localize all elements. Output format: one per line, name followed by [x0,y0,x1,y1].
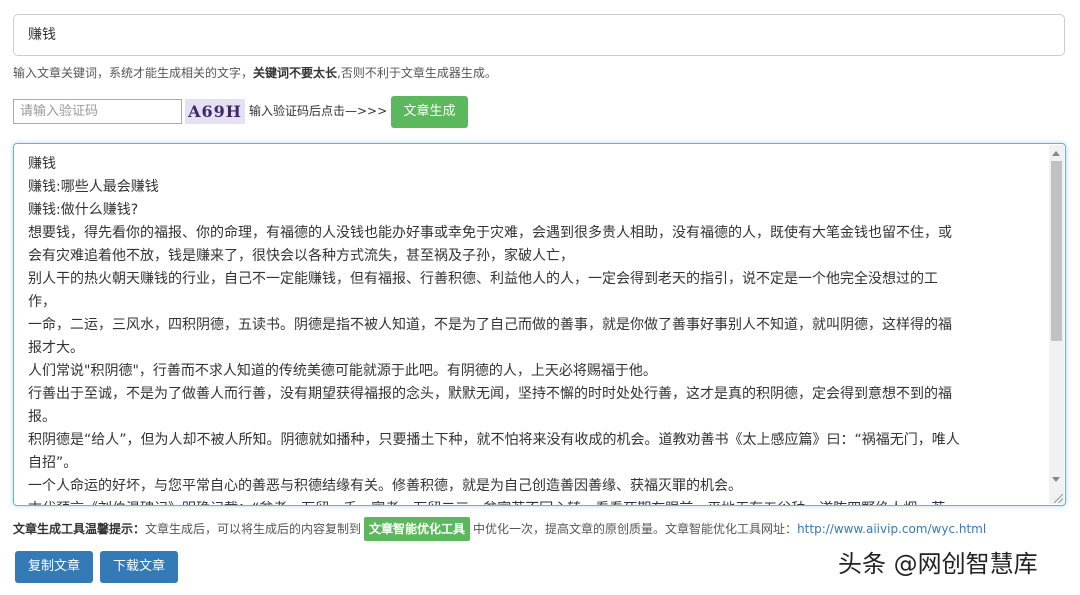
scroll-up-icon[interactable] [1052,151,1060,156]
generate-button[interactable]: 文章生成 [391,96,468,128]
article-line: 行善出于至诚，不是为了做善人而行善，没有期望获得福报的念头，默默无闻，坚持不懈的… [28,386,952,402]
tips-text-2: 中优化一次，提高文章的原创质量。文章智能优化工具网址： [473,522,798,536]
article-line: 赚钱 [28,156,56,172]
article-line: 一个人命运的好坏，与您平常自心的善恶与积德结缘有关。修善积德，就是为自己创造善因… [28,478,742,494]
copy-article-button[interactable]: 复制文章 [15,551,93,583]
article-text: 赚钱赚钱:哪些人最会赚钱 赚钱:做什么赚钱? 想要钱，得先看你的福报、你的命理，有福… [28,153,1036,505]
optimizer-tool-link[interactable]: 文章智能优化工具 [364,517,471,541]
watermark: 头条 @网创智慧库 [838,550,1038,578]
article-line: 报。 [28,409,56,425]
article-line: 别人干的热火朝天赚钱的行业，自己不一定能赚钱，但有福报、行善积德、利益他人的人，… [28,271,938,287]
article-line: 积阴德是“给人”，但为人却不被人所知。阴德就如播种，只要播土下种，就不怕将来没有… [28,432,960,448]
tips-text-1: 文章生成后，可以将生成后的内容复制到 [145,522,362,536]
article-scrollbar[interactable] [1049,145,1064,504]
article-line: 会有灾难追着他不放，钱是赚来了，很快会以各种方式流失，甚至祸及子孙，家破人亡， [28,248,574,264]
scroll-down-icon[interactable] [1052,477,1060,482]
scroll-thumb[interactable] [1051,161,1062,341]
captcha-image[interactable]: A69H [185,99,245,124]
hint-bold: 关键词不要太长 [253,66,338,80]
hint-suffix: ,否则不利于文章生成器生成。 [337,66,497,80]
article-line: 一命，二运，三风水，四积阴德，五读书。阴德是指不被人知道，不是为了自己而做的善事… [28,317,952,333]
resize-grip-icon[interactable] [1054,494,1063,503]
article-line: 古代预言《刘伯温碑记》明确记载：“贫者一万留一千，富者一万留二三，贫富若不回心转… [28,498,1036,505]
captcha-input[interactable]: 请输入验证码 [13,99,182,124]
keyword-input[interactable]: 赚钱 [13,14,1065,56]
article-line: 报才大。 [28,340,84,356]
article-line: 人们常说"积阴德"，行善而不求人知道的传统美德可能就源于此吧。有阴德的人，上天必… [28,363,657,379]
article-textarea[interactable]: 赚钱赚钱:哪些人最会赚钱 赚钱:做什么赚钱? 想要钱，得先看你的福报、你的命理，有福… [13,143,1066,506]
article-line: 赚钱:做什么赚钱? [28,202,139,218]
download-article-button[interactable]: 下载文章 [100,551,178,583]
article-line: 想要钱，得先看你的福报、你的命理，有福德的人没钱也能办好事或幸免于灾难，会遇到很… [28,225,952,241]
keyword-hint: 输入文章关键词，系统才能生成相关的文字，关键词不要太长,否则不利于文章生成器生成… [13,64,497,81]
article-line: 自招”。 [28,455,78,471]
tips-label: 文章生成工具温馨提示： [13,522,146,536]
article-line: 作， [28,294,56,310]
generator-tips: 文章生成工具温馨提示：文章生成后，可以将生成后的内容复制到 文章智能优化工具 中优化… [13,516,986,542]
captcha-tip: 输入验证码后点击—>>> [249,104,388,118]
article-line: 赚钱:哪些人最会赚钱 [28,179,159,195]
optimizer-url-link[interactable]: http://www.aiivip.com/wyc.html [797,522,986,536]
hint-prefix: 输入文章关键词，系统才能生成相关的文字， [13,66,254,80]
